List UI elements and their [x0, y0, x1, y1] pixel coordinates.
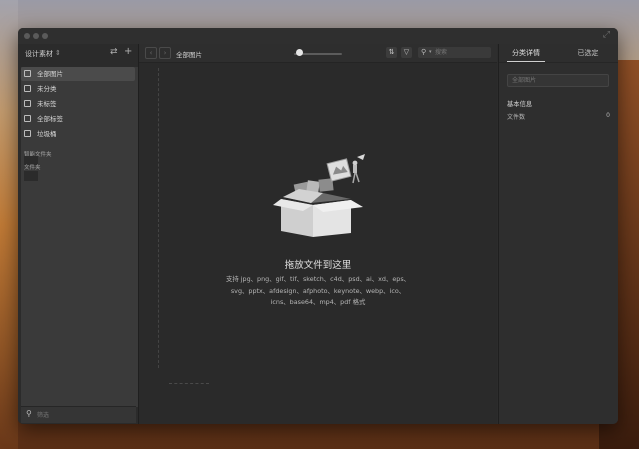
- sidebar-item-label: 全部图片: [37, 70, 63, 78]
- toolbar: ‹ › 全部图片 ⇅ ▽ ⚲ ▾: [139, 44, 497, 63]
- file-count-value: 0: [606, 112, 610, 119]
- search-icon: ⚲: [26, 409, 32, 418]
- library-selector[interactable]: 设计素材: [25, 49, 53, 59]
- sidebar-item-label: 未分类: [37, 85, 57, 93]
- folders-header[interactable]: 文件夹: [24, 163, 41, 171]
- desktop-wallpaper: [0, 0, 18, 449]
- divider: [158, 68, 159, 368]
- chevron-updown-icon[interactable]: ⇕: [55, 49, 61, 57]
- sync-icon[interactable]: ⇄: [110, 47, 118, 57]
- uncategorized-icon: [24, 85, 31, 92]
- sidebar-item-all-images[interactable]: 全部图片: [21, 67, 135, 81]
- tab-category-details[interactable]: 分类详情: [507, 48, 545, 62]
- drop-title: 拖放文件到这里: [284, 260, 352, 271]
- tab-selected[interactable]: 已选定: [573, 48, 603, 58]
- app-window: ⤢ 设计素材 ⇕ ⇄ + 全部图片 未分类 未标签 全部标签 垃圾桶 智能文件夹…: [18, 28, 618, 424]
- images-icon: [24, 70, 31, 77]
- chevron-down-icon[interactable]: ▾: [429, 47, 432, 58]
- filter-icon[interactable]: ▽: [401, 47, 412, 58]
- info-header: 基本信息: [507, 101, 533, 108]
- name-field: [507, 74, 609, 87]
- title-bar: ⤢: [18, 28, 618, 44]
- zoom-slider-thumb[interactable]: [296, 49, 303, 56]
- sidebar-item-all-tags[interactable]: 全部标签: [21, 112, 135, 126]
- zoom-window-icon[interactable]: [42, 33, 48, 39]
- divider: [499, 62, 618, 63]
- minimize-window-icon[interactable]: [33, 33, 39, 39]
- name-input[interactable]: [512, 76, 604, 85]
- drop-zone[interactable]: 拖放文件到这里 支持 jpg、png、gif、tif、sketch、c4d、ps…: [139, 63, 497, 424]
- sidebar-list: 全部图片 未分类 未标签 全部标签 垃圾桶 智能文件夹 文件夹: [21, 67, 138, 407]
- drop-subtitle: 支持 jpg、png、gif、tif、sketch、c4d、psd、ai、xd、…: [225, 275, 411, 306]
- untagged-icon: [24, 100, 31, 107]
- sidebar-item-label: 全部标签: [37, 115, 63, 123]
- sidebar-filter: ⚲: [21, 406, 136, 423]
- sidebar-item-uncategorized[interactable]: 未分类: [21, 82, 135, 96]
- trash-icon: [24, 130, 31, 137]
- filter-input[interactable]: [37, 410, 127, 420]
- sidebar-item-label: 垃圾桶: [37, 130, 57, 138]
- back-icon[interactable]: ‹: [145, 47, 157, 59]
- sidebar-item-trash[interactable]: 垃圾桶: [21, 127, 135, 141]
- drop-box-illustration: [273, 154, 365, 237]
- search-input[interactable]: [435, 48, 487, 57]
- sort-icon[interactable]: ⇅: [386, 47, 397, 58]
- search-icon: ⚲: [421, 48, 427, 56]
- folder-placeholder: [24, 171, 38, 181]
- expand-icon[interactable]: ⤢: [603, 30, 610, 40]
- sidebar-item-untagged[interactable]: 未标签: [21, 97, 135, 111]
- tags-icon: [24, 115, 31, 122]
- page-title: 全部图片: [176, 51, 202, 59]
- close-window-icon[interactable]: [24, 33, 30, 39]
- sidebar: 设计素材 ⇕ ⇄ + 全部图片 未分类 未标签 全部标签 垃圾桶 智能文件夹 文…: [18, 44, 139, 424]
- search-box: ⚲ ▾: [418, 47, 491, 58]
- add-icon[interactable]: +: [124, 46, 132, 57]
- divider: [169, 383, 209, 384]
- sidebar-item-label: 未标签: [37, 100, 57, 108]
- file-count-label: 文件数: [507, 114, 526, 121]
- inspector-panel: 分类详情 已选定 基本信息 文件数 0: [498, 44, 618, 424]
- forward-icon[interactable]: ›: [159, 47, 171, 59]
